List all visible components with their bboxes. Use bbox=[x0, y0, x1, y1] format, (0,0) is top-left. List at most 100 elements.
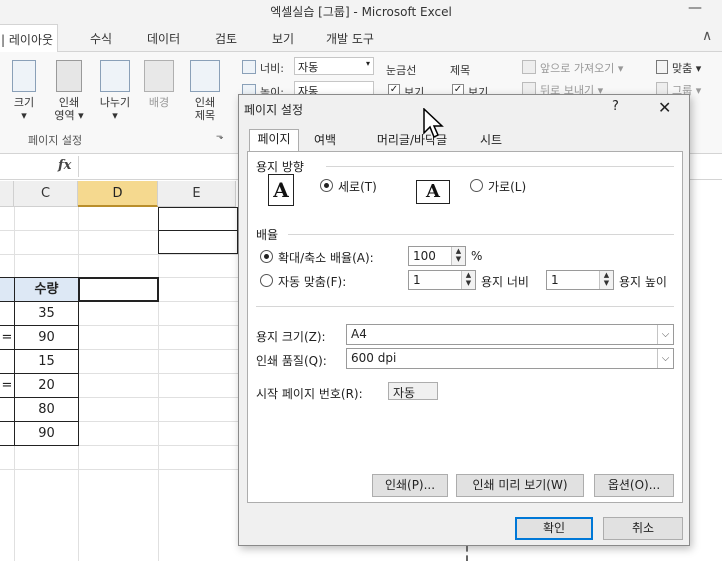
chevron-down-icon: ▾ bbox=[365, 59, 370, 68]
breaks-icon[interactable] bbox=[100, 60, 130, 92]
tab-view[interactable]: 보기 bbox=[272, 30, 294, 47]
orientation-label: 용지 방향 bbox=[256, 160, 304, 174]
print-quality-dropdown[interactable]: 600 dpi ⌵ bbox=[346, 348, 674, 369]
chevron-down-icon[interactable]: ⌵ bbox=[657, 349, 673, 368]
table-row-mark[interactable] bbox=[0, 397, 15, 422]
collapse-ribbon-icon[interactable]: ∧ bbox=[702, 28, 712, 44]
tab-page-layout[interactable]: | 레이아웃 bbox=[0, 24, 59, 52]
print-titles-sub: 제목 bbox=[194, 109, 216, 122]
landscape-label[interactable]: 가로(L) bbox=[488, 178, 526, 195]
width-dropdown[interactable]: 자동 ▾ bbox=[294, 57, 374, 75]
portrait-label[interactable]: 세로(T) bbox=[338, 178, 377, 195]
tab-review[interactable]: 검토 bbox=[215, 30, 237, 47]
paper-size-label: 용지 크기(Z): bbox=[256, 330, 326, 344]
paper-size-dropdown[interactable]: A4 ⌵ bbox=[346, 324, 674, 345]
dialog-title: 페이지 설정 bbox=[244, 103, 304, 117]
table-row-value[interactable]: 90 bbox=[14, 325, 79, 350]
print-titles-button[interactable]: 인쇄 제목 bbox=[184, 96, 226, 122]
scaling-label: 배율 bbox=[256, 228, 279, 242]
tab-data[interactable]: 데이터 bbox=[147, 30, 180, 47]
print-quality-value: 600 dpi bbox=[351, 351, 397, 365]
table-row-value[interactable]: 35 bbox=[14, 301, 79, 326]
fit-to-radio[interactable] bbox=[260, 274, 273, 287]
table-row-value[interactable]: 80 bbox=[14, 397, 79, 422]
mouse-cursor-icon bbox=[423, 108, 444, 139]
tab-page[interactable]: 페이지 bbox=[249, 129, 299, 152]
gridline bbox=[158, 207, 159, 561]
width-icon bbox=[242, 60, 256, 74]
help-icon[interactable]: ? bbox=[612, 99, 619, 114]
landscape-radio[interactable] bbox=[470, 179, 483, 192]
spinner-arrows-icon[interactable]: ▲ ▼ bbox=[461, 271, 475, 289]
spinner-arrows-icon[interactable]: ▲ ▼ bbox=[451, 247, 465, 265]
column-header-b[interactable] bbox=[0, 181, 14, 207]
table-row-mark[interactable]: = bbox=[0, 373, 15, 398]
close-icon[interactable]: ✕ bbox=[658, 98, 671, 117]
separator bbox=[326, 166, 674, 167]
table-row-value[interactable]: 20 bbox=[14, 373, 79, 398]
page-break-line bbox=[466, 546, 468, 561]
fit-to-label[interactable]: 자동 맞춤(F): bbox=[278, 273, 346, 290]
print-titles-icon[interactable] bbox=[190, 60, 220, 92]
print-preview-button[interactable]: 인쇄 미리 보기(W) bbox=[456, 474, 584, 497]
gridline bbox=[0, 469, 238, 470]
background-button[interactable]: 배경 bbox=[140, 96, 178, 109]
table-row-mark[interactable] bbox=[0, 349, 15, 374]
adjust-to-radio[interactable] bbox=[260, 250, 273, 263]
print-area-sub: 영역 ▾ bbox=[54, 109, 84, 122]
tab-margins[interactable]: 여백 bbox=[305, 131, 345, 151]
adjust-to-label[interactable]: 확대/축소 배율(A): bbox=[278, 249, 374, 266]
chevron-down-icon[interactable]: ⌵ bbox=[657, 325, 673, 344]
size-label: 크기 bbox=[13, 96, 35, 109]
fit-width-value: 1 bbox=[413, 273, 421, 287]
tab-sheet[interactable]: 시트 bbox=[471, 131, 511, 151]
size-button[interactable]: 크기 ▾ bbox=[4, 96, 44, 122]
ribbon-tabs: | 레이아웃 수식 데이터 검토 보기 개발 도구 ∧ bbox=[0, 22, 722, 52]
print-area-button[interactable]: 인쇄 영역 ▾ bbox=[46, 96, 92, 122]
table-row-mark[interactable] bbox=[0, 301, 15, 326]
table-row-mark[interactable] bbox=[0, 421, 15, 446]
first-page-number-input[interactable]: 자동 bbox=[388, 382, 438, 400]
gridline bbox=[0, 254, 238, 255]
page-setup-dialog: 페이지 설정 ? ✕ 페이지 여백 머리글/바닥글 시트 용지 방향 A 세로(… bbox=[238, 94, 690, 546]
e-cell-box[interactable] bbox=[158, 207, 238, 231]
print-button[interactable]: 인쇄(P)... bbox=[372, 474, 448, 497]
column-header-e[interactable]: E bbox=[158, 181, 236, 207]
first-page-number-label: 시작 페이지 번호(R): bbox=[256, 387, 363, 401]
table-header-cell[interactable] bbox=[0, 277, 15, 302]
breaks-button[interactable]: 나누기 ▾ bbox=[92, 96, 138, 122]
align-button[interactable]: 맞춤 ▾ bbox=[672, 60, 701, 76]
page-setup-launcher-icon[interactable]: ⬎ bbox=[216, 132, 224, 142]
table-row-value[interactable]: 15 bbox=[14, 349, 79, 374]
quantity-header[interactable]: 수량 bbox=[14, 277, 79, 302]
function-icon[interactable]: fx bbox=[58, 158, 71, 173]
table-row-mark[interactable]: = bbox=[0, 325, 15, 350]
bring-forward-icon bbox=[522, 60, 536, 74]
e-cell-box[interactable] bbox=[158, 230, 238, 254]
bring-forward-button[interactable]: 앞으로 가져오기 ▾ bbox=[540, 60, 623, 76]
background-icon[interactable] bbox=[144, 60, 174, 92]
separator bbox=[256, 306, 674, 307]
ok-button[interactable]: 확인 bbox=[515, 517, 593, 540]
fit-width-spinner[interactable]: 1 ▲ ▼ bbox=[408, 270, 476, 290]
fit-height-label: 용지 높이 bbox=[619, 275, 667, 289]
size-icon[interactable] bbox=[12, 60, 36, 92]
options-button[interactable]: 옵션(O)... bbox=[594, 474, 674, 497]
table-row-value[interactable]: 90 bbox=[14, 421, 79, 446]
active-cell[interactable] bbox=[78, 277, 159, 302]
spinner-arrows-icon[interactable]: ▲ ▼ bbox=[599, 271, 613, 289]
breaks-sub: ▾ bbox=[112, 109, 118, 122]
minimize-button[interactable]: — bbox=[684, 0, 706, 20]
fit-height-spinner[interactable]: 1 ▲ ▼ bbox=[546, 270, 614, 290]
portrait-radio[interactable] bbox=[320, 179, 333, 192]
print-area-icon[interactable] bbox=[56, 60, 82, 92]
headings-label: 제목 bbox=[450, 64, 471, 77]
print-titles-label: 인쇄 bbox=[194, 96, 216, 109]
tab-formulas[interactable]: 수식 bbox=[90, 30, 112, 47]
column-header-d[interactable]: D bbox=[78, 181, 158, 207]
adjust-to-spinner[interactable]: 100 ▲ ▼ bbox=[408, 246, 466, 266]
tab-developer[interactable]: 개발 도구 bbox=[326, 30, 374, 47]
print-area-label: 인쇄 bbox=[58, 96, 80, 109]
cancel-button[interactable]: 취소 bbox=[603, 517, 683, 540]
column-header-c[interactable]: C bbox=[14, 181, 78, 207]
